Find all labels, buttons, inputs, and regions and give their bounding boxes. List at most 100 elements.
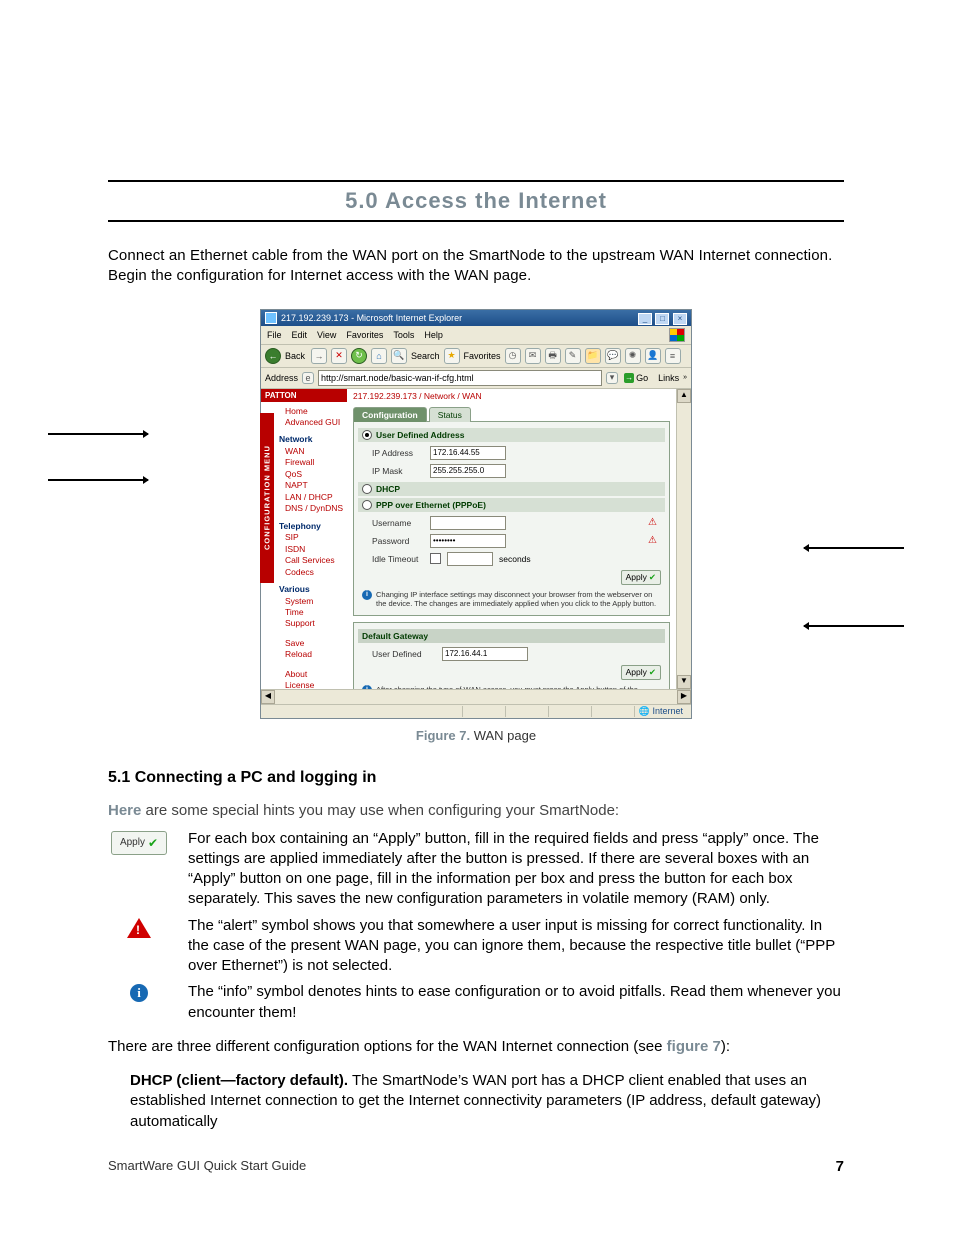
toolbar: ← Back → ✕ ↻ ⌂ 🔍 Search ★ Favorites ◷ ✉ … [261,345,691,368]
section-default-gateway: Default Gateway [358,629,665,643]
nav-call-services[interactable]: Call Services [279,555,345,566]
checkbox-idle[interactable] [430,553,441,564]
nav-save[interactable]: Save [279,638,345,649]
label-idle-timeout: Idle Timeout [372,554,424,564]
menu-file[interactable]: File [267,330,282,340]
close-button[interactable]: × [673,313,687,325]
mail-button[interactable]: ✉ [525,348,541,364]
links-label[interactable]: Links [658,373,679,383]
nav-about[interactable]: About [279,669,345,680]
maximize-button[interactable]: □ [655,313,669,325]
nav-lan-dhcp[interactable]: LAN / DHCP [279,492,345,503]
minimize-button[interactable]: _ [638,313,652,325]
nav-codecs[interactable]: Codecs [279,567,345,578]
scroll-down-button[interactable]: ▼ [677,675,691,689]
address-dropdown[interactable]: ▾ [606,372,618,384]
menu-help[interactable]: Help [424,330,443,340]
search-label[interactable]: Search [411,351,440,361]
nav-time[interactable]: Time [279,607,345,618]
nav-isdn[interactable]: ISDN [279,544,345,555]
back-button[interactable]: ← [265,348,281,364]
menu-tools[interactable]: Tools [393,330,414,340]
label-gw-user-defined: User Defined [372,649,436,659]
config-menu-band: CONFIGURATION MENU [260,413,274,583]
radio-pppoe[interactable] [362,500,372,510]
hint-info: i The “info” symbol denotes hints to eas… [108,982,844,1023]
status-slot [548,706,587,717]
nav-firewall[interactable]: Firewall [279,457,345,468]
page-footer: SmartWare GUI Quick Start Guide 7 [108,1158,844,1175]
go-button[interactable]: →Go [622,373,650,383]
nav-system[interactable]: System [279,596,345,607]
messenger-button[interactable]: 👤 [645,348,661,364]
hint-alert: The “alert” symbol shows you that somewh… [108,916,844,977]
nav-sip[interactable]: SIP [279,532,345,543]
pointer-wan [48,433,148,435]
history-button[interactable]: ◷ [505,348,521,364]
rule-bottom [108,220,844,222]
forward-button[interactable]: → [311,348,327,364]
apply-button-2[interactable]: Apply✔ [621,665,661,680]
stop-button[interactable]: ✕ [331,348,347,364]
label-ip-mask: IP Mask [372,466,424,476]
hint-apply: Apply✔ For each box containing an “Apply… [108,829,844,910]
print-button[interactable]: 🖶 [545,348,561,364]
menu-favorites[interactable]: Favorites [346,330,383,340]
scroll-right-button[interactable]: ▶ [677,690,691,704]
input-ip-mask[interactable] [430,464,506,478]
nav-home[interactable]: Home [279,406,345,417]
address-input[interactable] [318,370,602,386]
chapter-title: 5.0 Access the Internet [108,186,844,220]
page-content: PATTON CONFIGURATION MENU Home Advanced … [261,389,691,689]
wan-config-panel: User Defined Address IP Address IP Mask [353,421,670,616]
back-label[interactable]: Back [285,351,305,361]
brand-logo: PATTON [261,389,347,402]
figure-7: 217.192.239.173 - Microsoft Internet Exp… [108,309,844,743]
address-label: Address [265,373,298,383]
nav-wan[interactable]: WAN [279,446,345,457]
section-user-defined[interactable]: User Defined Address [358,428,665,442]
radio-dhcp[interactable] [362,484,372,494]
menu-view[interactable]: View [317,330,336,340]
nav-qos[interactable]: QoS [279,469,345,480]
windows-flag-icon [669,328,685,342]
menu-edit[interactable]: Edit [292,330,308,340]
input-ip-address[interactable] [430,446,506,460]
pointer-apply1 [804,547,904,549]
section-pppoe[interactable]: PPP over Ethernet (PPPoE) [358,498,665,512]
tab-configuration[interactable]: Configuration [353,407,427,422]
input-password[interactable] [430,534,506,548]
folder-button[interactable]: 📁 [585,348,601,364]
tab-status[interactable]: Status [429,407,471,422]
nav-napt[interactable]: NAPT [279,480,345,491]
nav-advanced-gui[interactable]: Advanced GUI [279,417,345,428]
input-idle-timeout[interactable] [447,552,493,566]
favorites-icon[interactable]: ★ [444,348,460,364]
heading-5-1: 5.1 Connecting a PC and logging in [108,769,844,787]
apply-button-1[interactable]: Apply✔ [621,570,661,585]
page-number: 7 [836,1158,844,1175]
nav-dns[interactable]: DNS / DynDNS [279,503,345,514]
input-gateway[interactable] [442,647,528,661]
nav-support[interactable]: Support [279,618,345,629]
search-icon[interactable]: 🔍 [391,348,407,364]
input-username[interactable] [430,516,506,530]
favorites-label[interactable]: Favorites [464,351,501,361]
edit-button[interactable]: ✎ [565,348,581,364]
section-dhcp[interactable]: DHCP [358,482,665,496]
status-internet: 🌐 Internet [634,706,687,717]
nav-reload[interactable]: Reload [279,649,345,660]
idle-unit: seconds [499,554,531,564]
nav-head-various: Various [279,584,345,595]
nav-license[interactable]: License [279,680,345,691]
extra-button[interactable]: ≡ [665,348,681,364]
refresh-button[interactable]: ↻ [351,348,367,364]
scrollbar-vertical[interactable]: ▲ ▼ [676,389,691,689]
discuss-button[interactable]: 💬 [605,348,621,364]
info-circle-icon: i [130,984,148,1002]
info-icon: i [362,685,372,689]
radio-user-defined[interactable] [362,430,372,440]
home-button[interactable]: ⌂ [371,348,387,364]
research-button[interactable]: ✺ [625,348,641,364]
scroll-up-button[interactable]: ▲ [677,389,691,403]
